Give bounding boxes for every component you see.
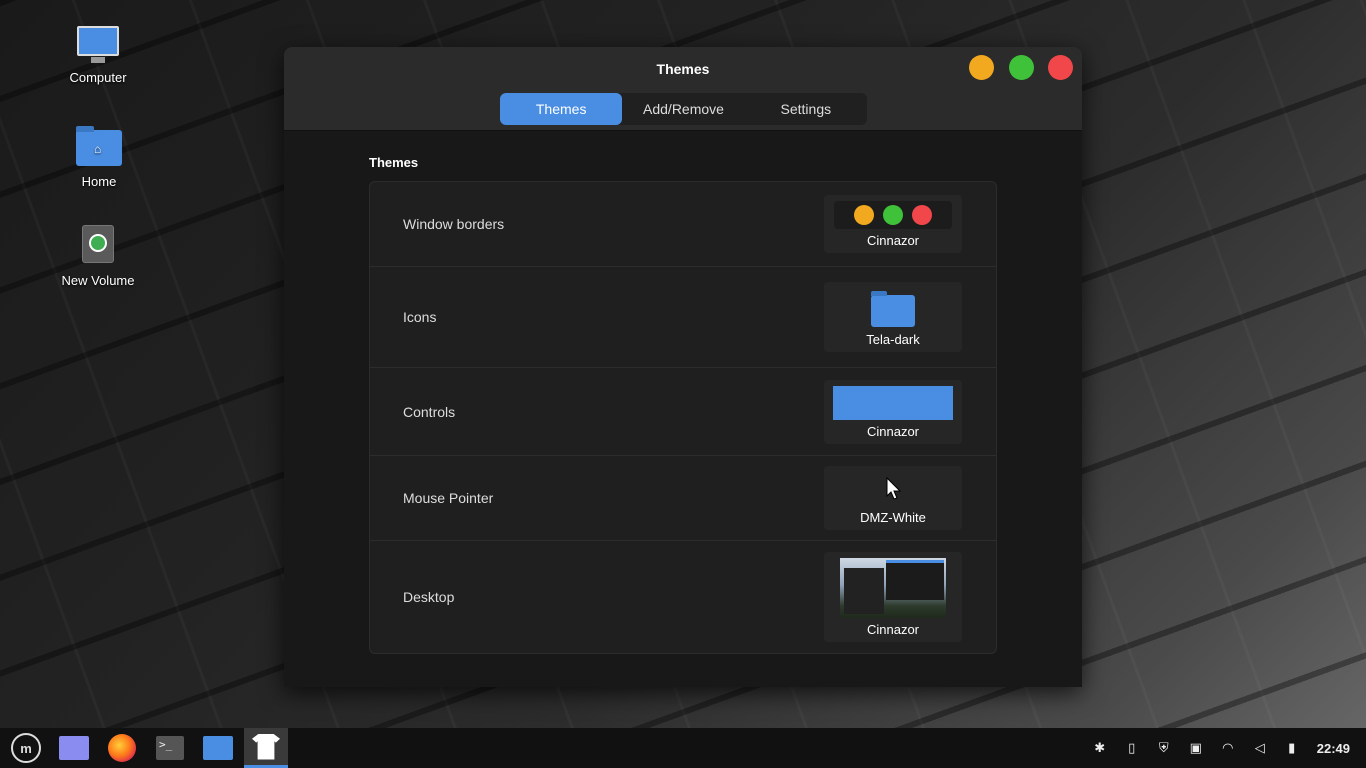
folder-icon	[871, 291, 915, 327]
row-mouse-pointer: Mouse Pointer DMZ-White	[370, 456, 996, 541]
row-controls: Controls Cinnazor	[370, 368, 996, 456]
bluetooth-icon[interactable]: ✱	[1093, 740, 1107, 755]
color-swatch-preview	[824, 385, 962, 420]
desktop-screenshot-preview	[824, 558, 962, 618]
folder-launcher[interactable]	[196, 728, 240, 768]
chooser-value: DMZ-White	[860, 510, 926, 525]
themes-list: Window borders Cinnazor Icons Tela-dark	[369, 181, 997, 654]
row-label: Window borders	[403, 216, 505, 232]
system-tray: ✱ ▯ ⛨ ▣ ◠ ◁ ▮ 22:49	[1093, 740, 1366, 756]
tab-add-remove[interactable]: Add/Remove	[622, 93, 744, 125]
files-icon	[59, 736, 89, 760]
window-title: Themes	[656, 61, 710, 77]
mouse-pointer-chooser[interactable]: DMZ-White	[824, 466, 962, 530]
window-buttons-preview	[834, 201, 952, 229]
themes-icon	[252, 733, 280, 760]
files-launcher[interactable]	[52, 728, 96, 768]
window-borders-chooser[interactable]: Cinnazor	[824, 195, 962, 253]
clock[interactable]: 22:49	[1317, 741, 1350, 756]
tab-bar: Themes Add/Remove Settings	[500, 93, 867, 125]
folder-icon	[203, 736, 233, 760]
terminal-launcher[interactable]: >_	[148, 728, 192, 768]
chooser-value: Cinnazor	[866, 233, 920, 248]
folder-preview	[824, 288, 962, 328]
chooser-value: Tela-dark	[866, 332, 920, 347]
close-button[interactable]	[1048, 55, 1073, 80]
row-icons: Icons Tela-dark	[370, 267, 996, 368]
firefox-icon	[108, 734, 136, 762]
row-label: Icons	[403, 309, 437, 325]
desktop-icon-home[interactable]: ⌂ Home	[49, 126, 149, 189]
chooser-value: Cinnazor	[866, 423, 920, 439]
clipboard-icon[interactable]: ▯	[1125, 740, 1139, 755]
desktop-chooser[interactable]: Cinnazor	[824, 552, 962, 642]
wifi-icon[interactable]: ◠	[1221, 740, 1235, 755]
pointer-preview	[824, 472, 962, 506]
drive-icon	[82, 225, 114, 263]
themes-content: Themes Window borders Cinnazor Icons Tel…	[369, 132, 997, 654]
minimize-button[interactable]	[969, 55, 994, 80]
themes-window: Themes Themes Add/Remove Settings Themes…	[284, 47, 1082, 687]
icons-chooser[interactable]: Tela-dark	[824, 282, 962, 352]
taskbar: m >_ ✱ ▯ ⛨ ▣ ◠ ◁ ▮ 22:49	[0, 728, 1366, 768]
row-desktop: Desktop Cinnazor	[370, 541, 996, 653]
tab-themes[interactable]: Themes	[500, 93, 623, 125]
computer-icon	[77, 26, 119, 63]
controls-chooser[interactable]: Cinnazor	[824, 379, 962, 444]
section-title: Themes	[369, 155, 419, 170]
row-label: Controls	[403, 403, 456, 420]
menu-icon: m	[11, 733, 41, 763]
desktop-icon-new-volume[interactable]: New Volume	[48, 225, 148, 288]
desktop-icon-label: Home	[81, 174, 117, 189]
color-swatch	[833, 385, 953, 420]
chooser-value: Cinnazor	[866, 622, 920, 637]
maximize-button[interactable]	[1009, 55, 1034, 80]
row-label: Mouse Pointer	[403, 490, 494, 506]
row-window-borders: Window borders Cinnazor	[370, 182, 996, 267]
desktop-icon-computer[interactable]: Computer	[48, 26, 148, 85]
volume-icon[interactable]: ◁	[1253, 740, 1267, 755]
row-label: Desktop	[403, 589, 455, 605]
desktop-icon-label: New Volume	[61, 273, 135, 288]
home-folder-icon: ⌂	[76, 126, 122, 166]
keyboard-icon[interactable]: ▣	[1189, 740, 1203, 755]
pointer-icon	[886, 476, 902, 500]
tab-settings[interactable]: Settings	[745, 93, 867, 125]
desktop-icon-label: Computer	[69, 70, 127, 85]
shield-icon[interactable]: ⛨	[1157, 740, 1171, 755]
battery-icon[interactable]: ▮	[1285, 740, 1299, 755]
window-titlebar[interactable]: Themes Themes Add/Remove Settings	[284, 47, 1082, 131]
terminal-icon: >_	[156, 736, 184, 760]
firefox-launcher[interactable]	[100, 728, 144, 768]
menu-button[interactable]: m	[4, 728, 48, 768]
themes-launcher[interactable]	[244, 728, 288, 768]
desktop-screenshot	[840, 558, 946, 618]
